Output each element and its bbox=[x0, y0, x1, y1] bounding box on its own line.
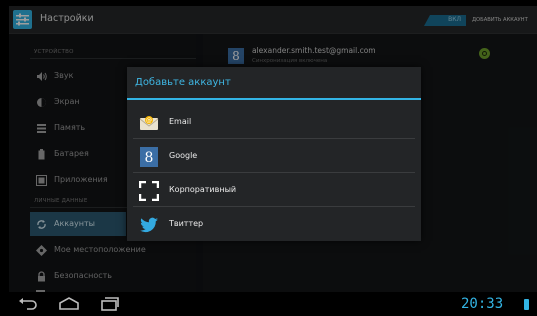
dialog-title: Добавьте аккаунт bbox=[135, 77, 231, 88]
option-label: Email bbox=[169, 117, 192, 126]
option-divider bbox=[133, 206, 415, 207]
svg-text:@: @ bbox=[146, 117, 152, 124]
google-icon: 8 bbox=[139, 147, 159, 167]
status-clock: 20:33 bbox=[461, 296, 504, 312]
back-icon[interactable] bbox=[18, 296, 38, 316]
option-label: Твиттер bbox=[169, 219, 204, 228]
dialog-title-divider bbox=[127, 98, 421, 100]
email-icon: @ bbox=[139, 113, 159, 133]
option-label: Google bbox=[169, 151, 198, 160]
battery-status-icon bbox=[524, 299, 529, 310]
option-email[interactable]: @ Email bbox=[133, 106, 415, 139]
option-corporate[interactable]: Корпоративный bbox=[133, 174, 415, 207]
option-divider bbox=[133, 172, 415, 173]
twitter-icon bbox=[139, 215, 159, 235]
system-navigation-bar bbox=[0, 292, 537, 316]
option-twitter[interactable]: Твиттер bbox=[133, 208, 415, 241]
option-label: Корпоративный bbox=[169, 185, 237, 194]
home-icon[interactable] bbox=[58, 296, 80, 316]
add-account-dialog: Добавьте аккаунт @ Email 8 Google Корпор… bbox=[127, 67, 421, 241]
svg-text:8: 8 bbox=[145, 150, 154, 166]
recent-apps-icon[interactable] bbox=[100, 296, 120, 316]
option-google[interactable]: 8 Google bbox=[133, 140, 415, 173]
option-divider bbox=[133, 138, 415, 139]
corporate-icon bbox=[138, 180, 160, 202]
settings-screen: Настройки ВКЛ ДОБАВИТЬ АККАУНТ УСТРОЙСТВ… bbox=[9, 6, 537, 292]
